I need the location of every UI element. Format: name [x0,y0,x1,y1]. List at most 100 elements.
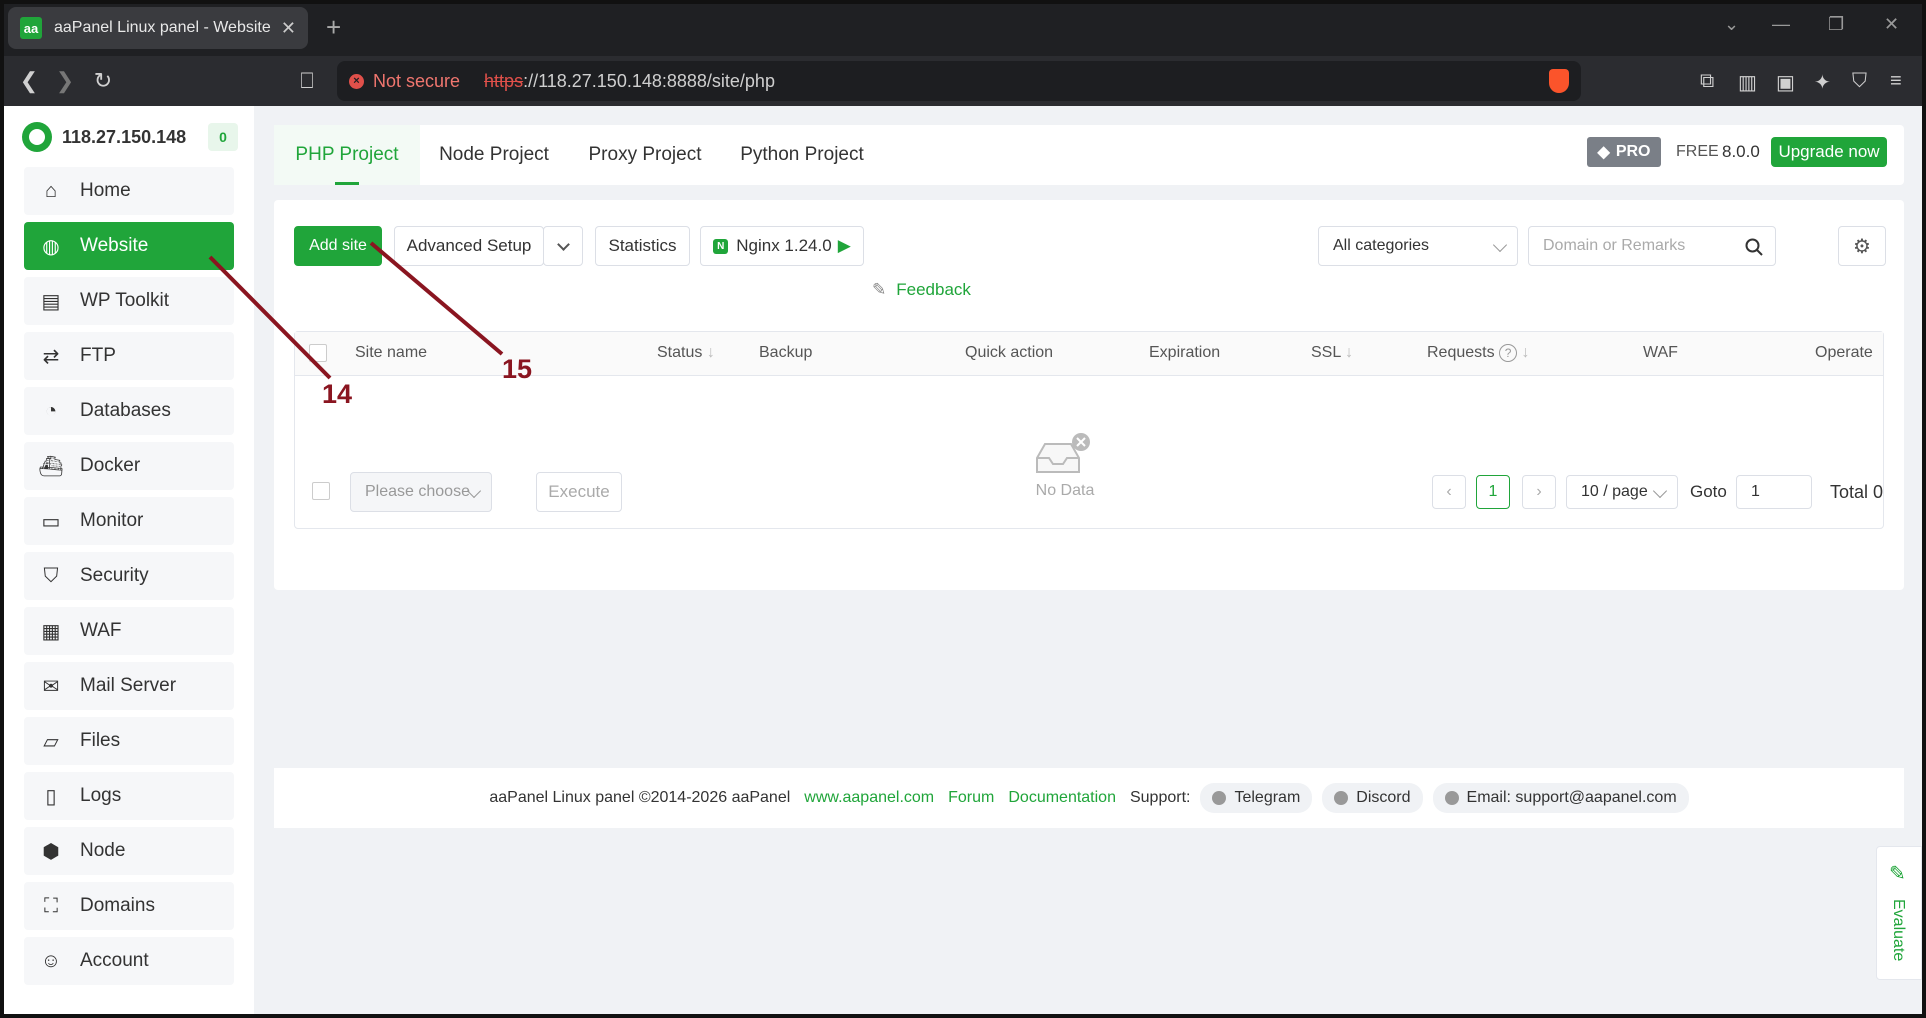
pro-label: PRO [1615,143,1651,160]
tab-node-project[interactable]: Node Project [420,125,568,185]
column-ssl[interactable]: SSL ↓ [1311,344,1353,362]
sidebar-item-label: Home [80,180,131,201]
restore-icon[interactable]: ❐ [1828,14,1844,35]
annotation-label-14: 14 [322,379,353,409]
sidebar-item-files[interactable]: ▱ Files [24,717,234,765]
sidebar-item-waf[interactable]: ▦ WAF [24,607,234,655]
shield-icon: ⛉ [43,564,59,587]
execute-button[interactable]: Execute [536,472,622,512]
page-size-select[interactable]: 10 / page [1566,475,1678,509]
documentation-link[interactable]: Documentation [1008,789,1116,807]
menu-icon[interactable]: ≡ [1890,70,1902,93]
discord-link[interactable]: Discord [1322,783,1423,813]
sidebar-item-label: Website [80,235,149,256]
minimize-icon[interactable]: — [1772,14,1790,35]
advanced-setup-button[interactable]: Advanced Setup [394,226,544,266]
address-bar[interactable]: × Not secure https://118.27.150.148:8888… [337,61,1581,101]
sidebar-header: 118.27.150.148 0 [22,120,238,154]
chevron-down-icon [556,237,570,251]
sidebar-item-node[interactable]: ⬢ Node [24,827,234,875]
advanced-setup-dropdown[interactable] [543,226,583,266]
sidebar-item-wp-toolkit[interactable]: ▤ WP Toolkit [24,277,234,325]
pro-badge[interactable]: ◆ PRO [1587,137,1661,167]
nginx-button[interactable]: N Nginx 1.24.0 ▶ [700,226,864,266]
column-quick-action: Quick action [965,344,1054,361]
sidebar-item-label: WAF [80,620,122,641]
feedback-label: Feedback [896,280,971,299]
upgrade-button[interactable]: Upgrade now [1771,137,1887,167]
column-expiration[interactable]: Expiration [1149,344,1220,362]
project-tabs-card: PHP Project Node Project Proxy Project P… [274,125,1904,185]
website-link[interactable]: www.aapanel.com [804,789,934,807]
statistics-button[interactable]: Statistics [595,226,690,266]
wallet-icon[interactable]: ▣ [1776,70,1795,95]
browser-titlebar: aa aaPanel Linux panel - Website ✕ + ⌄ —… [0,0,1926,56]
tab-python-project[interactable]: Python Project [722,125,882,185]
back-icon[interactable]: ❮ [16,68,42,94]
settings-button[interactable]: ⚙ [1838,226,1886,266]
url-text: https://118.27.150.148:8888/site/php [484,71,775,92]
reload-icon[interactable]: ↻ [90,68,116,94]
search-icon[interactable] [1745,238,1763,256]
sidebar-item-label: Docker [80,455,141,476]
tab-php-project[interactable]: PHP Project [274,125,420,185]
bottom-select-all-checkbox[interactable] [312,482,330,500]
select-all-checkbox[interactable] [309,344,327,362]
column-requests[interactable]: Requests ? ↓ [1427,344,1530,362]
new-tab-icon[interactable]: + [326,12,341,43]
add-site-button[interactable]: Add site [294,226,382,266]
prev-page-icon[interactable]: ‹ [1432,475,1466,509]
telegram-link[interactable]: Telegram [1200,783,1313,813]
sidebar-item-mail-server[interactable]: ✉ Mail Server [24,662,234,710]
sidebar-item-docker[interactable]: ⛴ Docker [24,442,234,490]
column-status[interactable]: Status ↓ [657,344,715,362]
database-icon: ◔ [44,399,58,422]
sidebar-item-label: WP Toolkit [80,290,170,311]
tab-search-icon[interactable]: ⌄ [1724,14,1739,35]
requests-label: Requests [1427,344,1495,361]
batch-action-select[interactable]: Please choose [350,472,492,512]
close-window-icon[interactable]: ✕ [1884,14,1899,35]
sidebar-item-security[interactable]: ⛉ Security [24,552,234,600]
discord-label: Discord [1356,789,1411,806]
email-link[interactable]: Email: support@aapanel.com [1432,783,1689,813]
sidebar-toggle-icon[interactable]: ▥ [1738,70,1757,95]
search-input[interactable]: Domain or Remarks [1528,226,1776,266]
forward-icon[interactable]: ❯ [52,68,78,94]
leo-ai-icon[interactable]: ✦ [1814,70,1831,95]
extensions-icon[interactable]: ⧉ [1700,70,1714,93]
sidebar-item-databases[interactable]: ◔ Databases [24,387,234,435]
help-icon[interactable]: ? [1499,344,1518,362]
edit-icon: ✎ [1889,863,1906,885]
sidebar-item-logs[interactable]: ▯ Logs [24,772,234,820]
ssl-label: SSL [1311,344,1341,361]
evaluate-tab[interactable]: ✎ Evaluate [1876,846,1922,980]
brave-shields-icon[interactable] [1549,69,1569,93]
goto-input[interactable]: 1 [1736,475,1812,509]
sidebar-item-website[interactable]: ◍ Website [24,222,234,270]
notification-badge[interactable]: 0 [208,123,238,151]
category-select[interactable]: All categories [1318,226,1518,266]
sidebar-item-ftp[interactable]: ⇄ FTP [24,332,234,380]
sidebar-item-monitor[interactable]: ▭ Monitor [24,497,234,545]
security-indicator[interactable]: × Not secure [349,71,460,92]
tab-close-icon[interactable]: ✕ [281,18,296,39]
email-label: Email: support@aapanel.com [1466,789,1677,806]
version-label: 8.0.0 [1722,142,1760,161]
browser-tab[interactable]: aa aaPanel Linux panel - Website ✕ [8,7,308,49]
user-icon: ☺ [40,949,62,972]
sidebar-item-domains[interactable]: ⛶ Domains [24,882,234,930]
chevron-down-icon [1652,483,1668,499]
vpn-icon[interactable]: ⛉ [1852,70,1867,93]
sidebar-item-label: Security [80,565,149,586]
feedback-link[interactable]: ✎ Feedback [872,280,971,300]
forum-link[interactable]: Forum [948,789,994,807]
column-site-name[interactable]: Site name [355,344,427,362]
bookmark-icon[interactable]: ⎕ [294,68,320,94]
tab-proxy-project[interactable]: Proxy Project [568,125,722,185]
next-page-icon[interactable]: › [1522,475,1556,509]
sidebar-item-account[interactable]: ☺ Account [24,937,234,985]
page-size-value: 10 / page [1581,483,1648,500]
page-1-button[interactable]: 1 [1476,475,1510,509]
sidebar-item-home[interactable]: ⌂ Home [24,167,234,215]
